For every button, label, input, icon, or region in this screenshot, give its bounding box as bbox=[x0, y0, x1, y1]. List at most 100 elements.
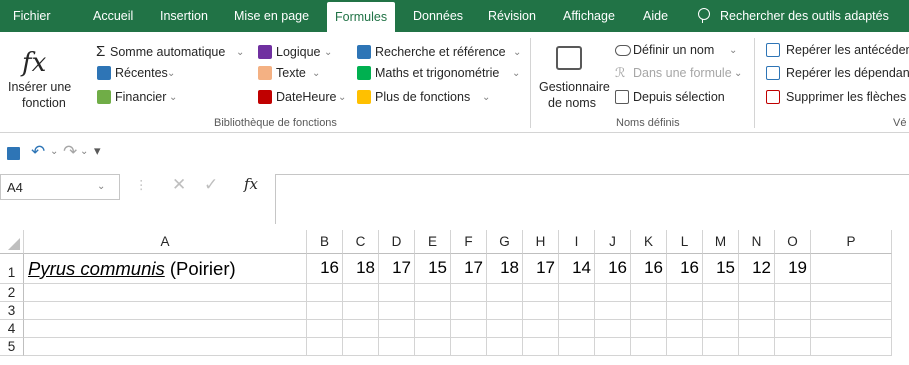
undo-icon[interactable]: ↶ bbox=[31, 142, 45, 162]
chevron-down-icon[interactable]: ⌄ bbox=[513, 47, 521, 58]
cell-I1[interactable]: 14 bbox=[559, 254, 595, 284]
cell-M2[interactable] bbox=[703, 284, 739, 302]
logical-button[interactable]: Logique bbox=[276, 45, 321, 59]
cell-K1[interactable]: 16 bbox=[631, 254, 667, 284]
cell-J5[interactable] bbox=[595, 338, 631, 356]
cell-G4[interactable] bbox=[487, 320, 523, 338]
cell-P2[interactable] bbox=[811, 284, 892, 302]
column-header-P[interactable]: P bbox=[811, 230, 892, 254]
cell-E5[interactable] bbox=[415, 338, 451, 356]
column-header-K[interactable]: K bbox=[631, 230, 667, 254]
tab-accueil[interactable]: Accueil bbox=[93, 0, 133, 32]
cell-B1[interactable]: 16 bbox=[307, 254, 343, 284]
chevron-down-icon[interactable]: ⌄ bbox=[482, 92, 490, 103]
tab-mise-en-page[interactable]: Mise en page bbox=[234, 0, 309, 32]
chevron-down-icon[interactable]: ⌄ bbox=[169, 92, 177, 103]
trace-precedents-button[interactable]: Repérer les antécédents bbox=[786, 43, 909, 57]
tab-revision[interactable]: Révision bbox=[488, 0, 536, 32]
chevron-down-icon[interactable]: ⌄ bbox=[50, 146, 58, 157]
cell-M3[interactable] bbox=[703, 302, 739, 320]
cell-P3[interactable] bbox=[811, 302, 892, 320]
cell-B4[interactable] bbox=[307, 320, 343, 338]
cell-O3[interactable] bbox=[775, 302, 811, 320]
define-name-button[interactable]: Définir un nom bbox=[633, 43, 714, 57]
cell-A4[interactable] bbox=[24, 320, 307, 338]
cell-K4[interactable] bbox=[631, 320, 667, 338]
chevron-down-icon[interactable]: ⌄ bbox=[80, 146, 88, 157]
datetime-button[interactable]: DateHeure bbox=[276, 90, 336, 104]
cell-C4[interactable] bbox=[343, 320, 379, 338]
cell-J1[interactable]: 16 bbox=[595, 254, 631, 284]
cell-I3[interactable] bbox=[559, 302, 595, 320]
chevron-down-icon[interactable]: ⌄ bbox=[338, 92, 346, 103]
name-manager-icon[interactable] bbox=[556, 46, 582, 70]
cell-H5[interactable] bbox=[523, 338, 559, 356]
cell-D5[interactable] bbox=[379, 338, 415, 356]
cell-A3[interactable] bbox=[24, 302, 307, 320]
use-in-formula-button[interactable]: Dans une formule bbox=[633, 66, 732, 80]
cell-G5[interactable] bbox=[487, 338, 523, 356]
cell-M1[interactable]: 15 bbox=[703, 254, 739, 284]
cell-A2[interactable] bbox=[24, 284, 307, 302]
cell-L4[interactable] bbox=[667, 320, 703, 338]
autosum-button[interactable]: Somme automatique bbox=[110, 45, 225, 59]
column-header-C[interactable]: C bbox=[343, 230, 379, 254]
cell-K5[interactable] bbox=[631, 338, 667, 356]
cell-J2[interactable] bbox=[595, 284, 631, 302]
cell-H2[interactable] bbox=[523, 284, 559, 302]
cell-M5[interactable] bbox=[703, 338, 739, 356]
insert-function-label-1[interactable]: Insérer une bbox=[8, 80, 71, 94]
cell-K2[interactable] bbox=[631, 284, 667, 302]
cell-C2[interactable] bbox=[343, 284, 379, 302]
name-manager-label-2[interactable]: de noms bbox=[548, 96, 596, 110]
column-header-N[interactable]: N bbox=[739, 230, 775, 254]
row-header-4[interactable]: 4 bbox=[0, 320, 24, 338]
name-manager-label-1[interactable]: Gestionnaire bbox=[539, 80, 610, 94]
column-header-M[interactable]: M bbox=[703, 230, 739, 254]
create-from-selection-button[interactable]: Depuis sélection bbox=[633, 90, 725, 104]
cell-D3[interactable] bbox=[379, 302, 415, 320]
cell-P5[interactable] bbox=[811, 338, 892, 356]
chevron-down-icon[interactable]: ⌄ bbox=[236, 47, 244, 58]
tab-donnees[interactable]: Données bbox=[413, 0, 463, 32]
cell-E3[interactable] bbox=[415, 302, 451, 320]
text-button[interactable]: Texte bbox=[276, 66, 306, 80]
cell-J3[interactable] bbox=[595, 302, 631, 320]
cell-F2[interactable] bbox=[451, 284, 487, 302]
cell-D4[interactable] bbox=[379, 320, 415, 338]
cell-O5[interactable] bbox=[775, 338, 811, 356]
remove-arrows-button[interactable]: Supprimer les flèches bbox=[786, 90, 906, 104]
cell-C1[interactable]: 18 bbox=[343, 254, 379, 284]
cell-F4[interactable] bbox=[451, 320, 487, 338]
column-header-H[interactable]: H bbox=[523, 230, 559, 254]
cell-N3[interactable] bbox=[739, 302, 775, 320]
cell-B3[interactable] bbox=[307, 302, 343, 320]
name-box[interactable]: A4 ⌄ bbox=[0, 174, 120, 200]
cell-L5[interactable] bbox=[667, 338, 703, 356]
cell-F1[interactable]: 17 bbox=[451, 254, 487, 284]
cell-B2[interactable] bbox=[307, 284, 343, 302]
row-header-1[interactable]: 1 bbox=[0, 254, 24, 284]
cell-D2[interactable] bbox=[379, 284, 415, 302]
chevron-down-icon[interactable]: ⌄ bbox=[312, 68, 320, 79]
tab-affichage[interactable]: Affichage bbox=[563, 0, 615, 32]
cell-G3[interactable] bbox=[487, 302, 523, 320]
cell-G1[interactable]: 18 bbox=[487, 254, 523, 284]
insert-function-label-2[interactable]: fonction bbox=[22, 96, 66, 110]
cell-I5[interactable] bbox=[559, 338, 595, 356]
column-header-A[interactable]: A bbox=[24, 230, 307, 254]
chevron-down-icon[interactable]: ⌄ bbox=[167, 68, 175, 79]
cell-O2[interactable] bbox=[775, 284, 811, 302]
cell-N2[interactable] bbox=[739, 284, 775, 302]
cell-A5[interactable] bbox=[24, 338, 307, 356]
cell-M4[interactable] bbox=[703, 320, 739, 338]
column-header-L[interactable]: L bbox=[667, 230, 703, 254]
column-header-O[interactable]: O bbox=[775, 230, 811, 254]
cell-N4[interactable] bbox=[739, 320, 775, 338]
customize-qat-icon[interactable]: ▾ bbox=[94, 143, 101, 159]
insert-function-icon[interactable]: fx bbox=[22, 48, 46, 78]
chevron-down-icon[interactable]: ⌄ bbox=[324, 47, 332, 58]
row-header-2[interactable]: 2 bbox=[0, 284, 24, 302]
cell-E1[interactable]: 15 bbox=[415, 254, 451, 284]
tab-formules[interactable]: Formules bbox=[327, 2, 396, 36]
